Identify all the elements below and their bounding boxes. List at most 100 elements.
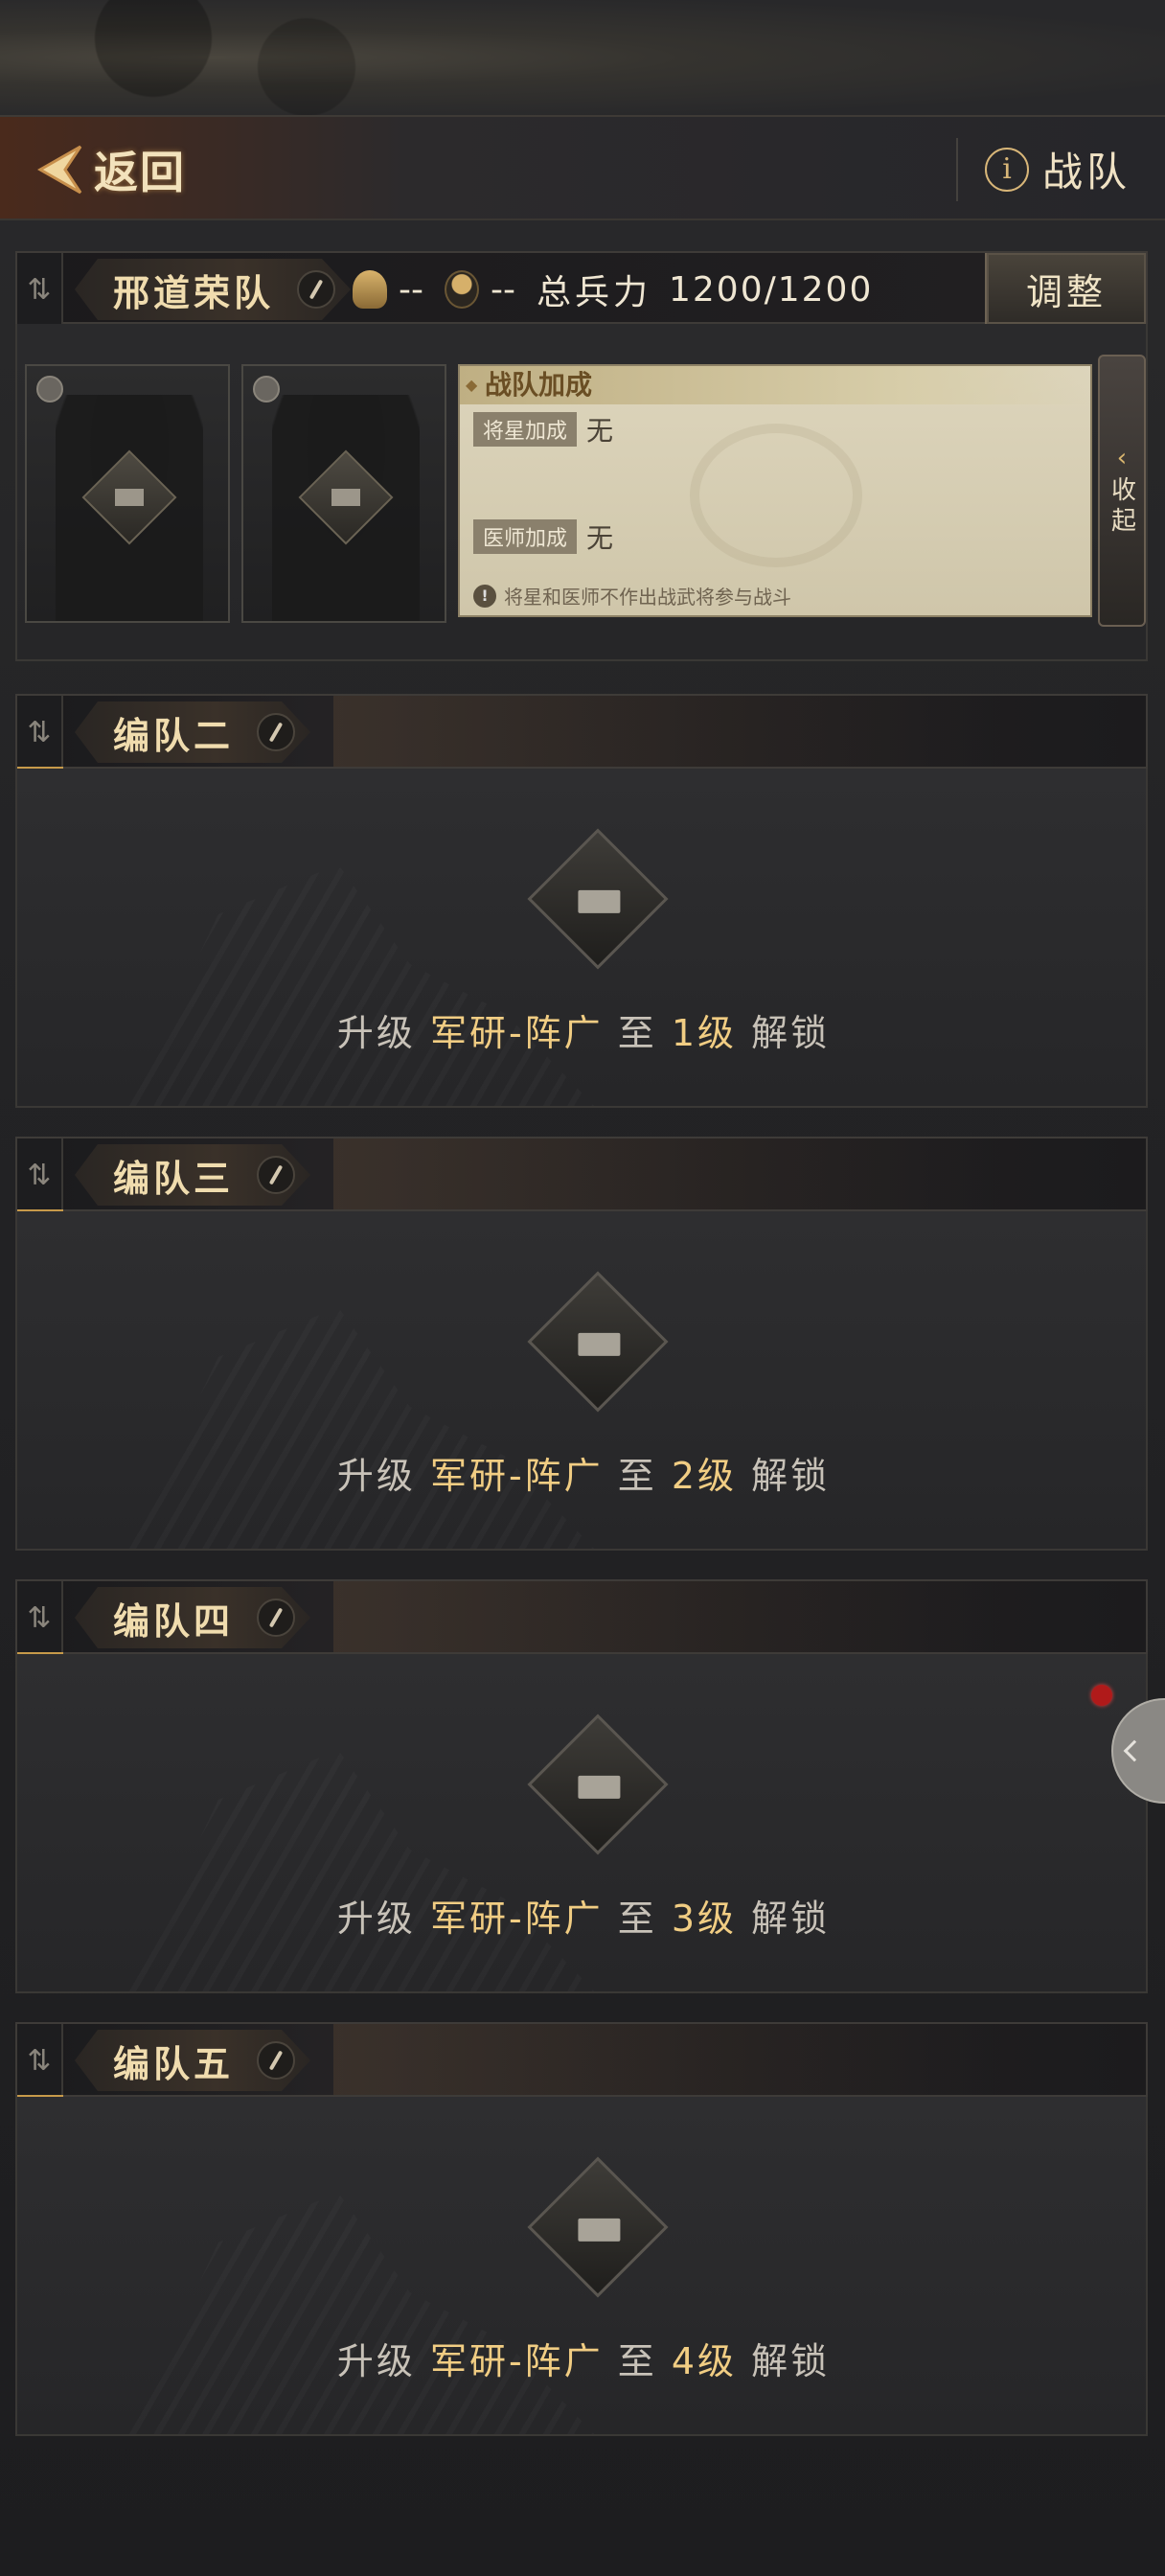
lock-icon <box>527 1714 669 1855</box>
star-bonus-label: 将星加成 <box>473 412 578 447</box>
doctor-bonus-label: 医师加成 <box>473 519 578 554</box>
team-5-header: ⇅ 编队五 <box>15 2022 1148 2099</box>
edit-pen-icon[interactable] <box>257 1598 295 1637</box>
unlock-prefix: 升级 <box>336 1898 416 1940</box>
unlock-item: 军研-阵广 <box>429 1898 604 1940</box>
top-decoration <box>0 0 1165 115</box>
unlock-mid: 至 <box>617 1898 657 1940</box>
header-divider <box>956 138 958 201</box>
team-5-locked-body: 升级 军研-阵广 至 4级 解锁 <box>15 2097 1148 2436</box>
doctor-slot[interactable] <box>241 364 446 623</box>
doctor-tag-icon <box>253 376 280 402</box>
team-1-body: 战队加成 将星加成 无 医师加成 无 ! 将星和医师不作出战武将参与战斗 ‹ 收… <box>15 324 1148 661</box>
general-icon <box>353 270 387 309</box>
team-name-plate: 邢道荣队 <box>75 259 351 320</box>
header-glow <box>333 1581 1004 1652</box>
troops-label: 总兵力 <box>536 273 651 312</box>
unlock-prefix: 升级 <box>336 1012 416 1054</box>
team-name: 邢道荣队 <box>113 271 275 314</box>
lock-icon <box>527 1271 669 1413</box>
unlock-suffix: 解锁 <box>751 1455 831 1497</box>
team-name: 编队四 <box>113 1599 235 1643</box>
edit-pen-icon[interactable] <box>257 713 295 751</box>
general-slot[interactable] <box>25 364 230 623</box>
team-name-plate: 编队四 <box>75 1587 310 1648</box>
unlock-level: 3级 <box>671 1898 738 1940</box>
unlock-suffix: 解锁 <box>751 2340 831 2382</box>
collapse-label: 收起 <box>1107 476 1136 538</box>
team-name: 编队五 <box>113 2042 235 2085</box>
team-summary: -- -- 总兵力 1200/1200 <box>353 264 873 314</box>
doctor-icon <box>444 270 479 309</box>
adjust-button[interactable]: 调整 <box>985 253 1146 324</box>
general-value: -- <box>399 269 423 310</box>
unlock-mid: 至 <box>617 2340 657 2382</box>
unlock-hint: 升级 军研-阵广 至 1级 解锁 <box>17 1003 1146 1056</box>
unlock-level: 2级 <box>671 1455 738 1497</box>
unlock-level: 4级 <box>671 2340 738 2382</box>
warning-icon: ! <box>473 584 496 608</box>
star-bonus-value: 无 <box>586 415 614 447</box>
team-name-plate: 编队二 <box>75 702 310 763</box>
unlock-item: 军研-阵广 <box>429 1455 604 1497</box>
back-label: 返回 <box>94 147 186 198</box>
team-info-button[interactable]: i 战队 <box>985 140 1131 198</box>
dragon-watermark-icon <box>690 424 862 567</box>
header-glow <box>333 696 1004 767</box>
team-name: 编队三 <box>113 1157 235 1200</box>
team-4-header: ⇅ 编队四 <box>15 1579 1148 1656</box>
lock-icon <box>527 2156 669 2298</box>
header-glow <box>333 2024 1004 2095</box>
unlock-item: 军研-阵广 <box>429 2340 604 2382</box>
info-icon: i <box>985 147 1029 192</box>
doctor-bonus-value: 无 <box>586 522 614 554</box>
team-2-locked-body: 升级 军研-阵广 至 1级 解锁 <box>15 769 1148 1108</box>
bonus-note-text: 将星和医师不作出战武将参与战斗 <box>504 586 791 609</box>
unlock-mid: 至 <box>617 1012 657 1054</box>
unlock-hint: 升级 军研-阵广 至 3级 解锁 <box>17 1889 1146 1942</box>
unlock-hint: 升级 军研-阵广 至 2级 解锁 <box>17 1446 1146 1499</box>
team-name-plate: 编队三 <box>75 1144 310 1206</box>
unlock-prefix: 升级 <box>336 2340 416 2382</box>
bonus-note: ! 将星和医师不作出战武将参与战斗 <box>473 582 791 610</box>
team-4-locked-body: 升级 军研-阵广 至 3级 解锁 <box>15 1654 1148 1993</box>
team-name-plate: 编队五 <box>75 2030 310 2091</box>
troop-formation-page: 返回 i 战队 ⇅ 邢道荣队 -- -- 总兵力 1200/1200 调整 ◆ … <box>0 0 1165 2576</box>
top-bar: 返回 i 战队 <box>0 115 1165 220</box>
doctor-value: -- <box>490 269 515 310</box>
sort-icon[interactable]: ⇅ <box>17 1138 63 1213</box>
team-2-header: ⇅ 编队二 <box>15 694 1148 770</box>
back-arrow-icon <box>36 145 82 195</box>
doctor-bonus-row: 医师加成 无 <box>473 518 613 556</box>
unlock-item: 军研-阵广 <box>429 1012 604 1054</box>
star-bonus-row: 将星加成 无 <box>473 410 613 448</box>
chevron-left-icon: ‹ <box>1116 444 1128 472</box>
general-tag-icon <box>36 376 63 402</box>
sort-icon[interactable]: ⇅ <box>17 1581 63 1656</box>
header-glow <box>333 1138 1004 1209</box>
team-name: 编队二 <box>113 714 235 757</box>
back-button[interactable]: 返回 <box>36 136 186 203</box>
unlock-suffix: 解锁 <box>751 1898 831 1940</box>
edit-pen-icon[interactable] <box>257 2041 295 2080</box>
unlock-level: 1级 <box>671 1012 738 1054</box>
sort-icon[interactable]: ⇅ <box>17 696 63 770</box>
collapse-button[interactable]: ‹ 收起 <box>1098 355 1146 627</box>
sort-icon[interactable]: ⇅ <box>17 253 63 328</box>
team-3-locked-body: 升级 军研-阵广 至 2级 解锁 <box>15 1211 1148 1551</box>
team-3-header: ⇅ 编队三 <box>15 1137 1148 1213</box>
unlock-prefix: 升级 <box>336 1455 416 1497</box>
unlock-hint: 升级 军研-阵广 至 4级 解锁 <box>17 2332 1146 2384</box>
sort-icon[interactable]: ⇅ <box>17 2024 63 2099</box>
unlock-suffix: 解锁 <box>751 1012 831 1054</box>
troops-value: 1200/1200 <box>668 269 874 310</box>
notification-dot <box>1091 1685 1112 1706</box>
team-info-label: 战队 <box>1042 149 1131 196</box>
chevron-left-icon <box>1123 1739 1146 1762</box>
team-1-header: ⇅ 邢道荣队 -- -- 总兵力 1200/1200 调整 <box>15 251 1148 328</box>
edit-pen-icon[interactable] <box>297 270 335 309</box>
lock-icon <box>527 828 669 970</box>
team-bonus-panel: 战队加成 将星加成 无 医师加成 无 ! 将星和医师不作出战武将参与战斗 <box>458 364 1092 617</box>
unlock-mid: 至 <box>617 1455 657 1497</box>
edit-pen-icon[interactable] <box>257 1156 295 1194</box>
